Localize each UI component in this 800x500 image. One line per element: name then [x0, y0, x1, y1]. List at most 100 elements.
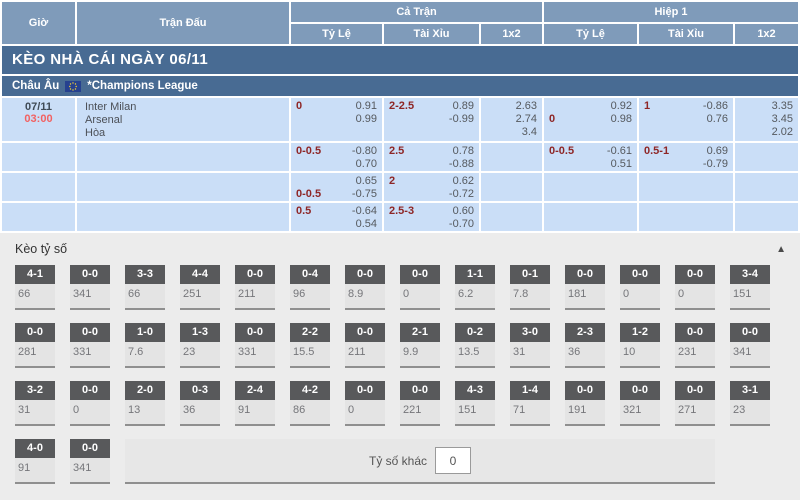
header-ft-odds: Tỷ Lệ: [291, 24, 382, 44]
odds-value: 0.65: [356, 175, 377, 188]
ft-over-under-cell[interactable]: 2.50.78-0.88: [384, 143, 479, 171]
score-cell[interactable]: 0-0321: [620, 381, 660, 426]
score-odds: 151: [730, 284, 770, 308]
score-cell[interactable]: 0-0331: [70, 323, 110, 368]
score-cell[interactable]: 4-3151: [455, 381, 495, 426]
ft-1x2-cell[interactable]: 2.632.743.4: [481, 98, 542, 141]
score-cell[interactable]: 3-4151: [730, 265, 770, 310]
ft-1x2-cell[interactable]: [481, 143, 542, 171]
h1-1x2-cell[interactable]: 3.353.452.02: [735, 98, 798, 141]
time-cell: 07/1103:00: [2, 98, 75, 141]
score-cell[interactable]: 0-0191: [565, 381, 605, 426]
header-h1-1x2: 1x2: [735, 24, 798, 44]
score-cell[interactable]: 0-0211: [235, 265, 275, 310]
score-cell[interactable]: 2-19.9: [400, 323, 440, 368]
teams-cell: Inter MilanArsenalHòa: [77, 98, 289, 141]
score-cell[interactable]: 0-00: [400, 265, 440, 310]
h1-over-under-cell[interactable]: [639, 203, 733, 231]
score-label: 1-1: [455, 265, 495, 284]
h1-1x2-cell[interactable]: [735, 143, 798, 171]
h1-1x2-cell[interactable]: [735, 173, 798, 201]
score-cell[interactable]: 0-0271: [675, 381, 715, 426]
h1-handicap-cell[interactable]: 0.9200.98: [544, 98, 637, 141]
h1-over-under-cell[interactable]: [639, 173, 733, 201]
score-cell[interactable]: 0-08.9: [345, 265, 385, 310]
score-cell[interactable]: 0-0221: [400, 381, 440, 426]
score-cell[interactable]: 2-215.5: [290, 323, 330, 368]
score-cell[interactable]: 0-00: [345, 381, 385, 426]
score-cell[interactable]: 0-0281: [15, 323, 55, 368]
score-cell[interactable]: 0-496: [290, 265, 330, 310]
h1-handicap-cell[interactable]: [544, 173, 637, 201]
score-odds: 66: [125, 284, 165, 308]
score-odds: 211: [235, 284, 275, 308]
score-cell[interactable]: 2-491: [235, 381, 275, 426]
score-cell[interactable]: 0-0341: [70, 439, 110, 484]
score-odds: 0: [345, 400, 385, 424]
score-cell[interactable]: 0-0231: [675, 323, 715, 368]
score-label: 0-0: [400, 265, 440, 284]
h1-handicap-cell[interactable]: [544, 203, 637, 231]
score-label: 3-0: [510, 323, 550, 342]
score-cell[interactable]: 3-123: [730, 381, 770, 426]
score-label: 0-0: [675, 381, 715, 400]
score-label: 0-0: [235, 323, 275, 342]
score-odds: 23: [180, 342, 220, 366]
score-cell[interactable]: 0-0331: [235, 323, 275, 368]
score-cell[interactable]: 4-286: [290, 381, 330, 426]
odds-value: -0.61: [607, 145, 632, 158]
h1-over-under-cell[interactable]: 0.5-10.69-0.79: [639, 143, 733, 171]
score-cell[interactable]: 0-00: [620, 265, 660, 310]
score-cell[interactable]: 3-031: [510, 323, 550, 368]
score-cell[interactable]: 0-0211: [345, 323, 385, 368]
h1-1x2-cell[interactable]: [735, 203, 798, 231]
ft-over-under-cell[interactable]: 2.5-30.60-0.70: [384, 203, 479, 231]
score-cell[interactable]: 2-013: [125, 381, 165, 426]
score-cell[interactable]: 4-4251: [180, 265, 220, 310]
h1-handicap-cell[interactable]: 0-0.5-0.610.51: [544, 143, 637, 171]
odds-line: 0.70: [296, 158, 377, 171]
ft-1x2-cell[interactable]: [481, 203, 542, 231]
ft-handicap-cell[interactable]: 0.5-0.640.54: [291, 203, 382, 231]
ft-handicap-cell[interactable]: 0-0.5-0.800.70: [291, 143, 382, 171]
score-cell[interactable]: 3-366: [125, 265, 165, 310]
score-cell[interactable]: 0-17.8: [510, 265, 550, 310]
score-label: 0-0: [620, 381, 660, 400]
score-label: 0-0: [70, 323, 110, 342]
score-odds: 71: [510, 400, 550, 424]
score-odds: 341: [70, 458, 110, 482]
h1-over-under-cell[interactable]: 1-0.860.76: [639, 98, 733, 141]
score-cell[interactable]: 0-00: [675, 265, 715, 310]
score-odds: 9.9: [400, 342, 440, 366]
score-cell[interactable]: 0-213.5: [455, 323, 495, 368]
score-cell[interactable]: 0-0341: [730, 323, 770, 368]
other-score-input[interactable]: [435, 447, 471, 474]
ft-handicap-cell[interactable]: 0.650-0.5-0.75: [291, 173, 382, 201]
score-cell[interactable]: 1-16.2: [455, 265, 495, 310]
score-cell[interactable]: 1-07.6: [125, 323, 165, 368]
odds-line: 0.51: [549, 158, 632, 171]
score-cell[interactable]: 0-0341: [70, 265, 110, 310]
odds-value: 0.91: [356, 100, 377, 113]
score-cell[interactable]: 3-231: [15, 381, 55, 426]
score-cell[interactable]: 1-471: [510, 381, 550, 426]
score-cell[interactable]: 1-323: [180, 323, 220, 368]
table-header: Giờ Trận Đấu Cả Trận Hiệp 1 Tỷ Lệ Tài Xỉ…: [0, 0, 800, 44]
collapse-arrow-icon[interactable]: ▲: [776, 244, 786, 255]
ft-over-under-cell[interactable]: 20.62-0.72: [384, 173, 479, 201]
odds-line: -0.99: [389, 113, 474, 126]
ft-1x2-cell[interactable]: [481, 173, 542, 201]
1x2-value: 2.02: [740, 126, 793, 139]
score-cell[interactable]: 4-166: [15, 265, 55, 310]
score-cell[interactable]: 0-336: [180, 381, 220, 426]
odds-value: 0.62: [453, 175, 474, 188]
odds-line: -0.79: [644, 158, 728, 171]
score-cell[interactable]: 0-0181: [565, 265, 605, 310]
ft-over-under-cell[interactable]: 2-2.50.89-0.99: [384, 98, 479, 141]
score-cell[interactable]: 4-091: [15, 439, 55, 484]
score-cell[interactable]: 2-336: [565, 323, 605, 368]
score-cell[interactable]: 1-210: [620, 323, 660, 368]
score-cell[interactable]: 0-00: [70, 381, 110, 426]
ft-handicap-cell[interactable]: 00.910.99: [291, 98, 382, 141]
score-row: 0-02810-03311-07.61-3230-03312-215.50-02…: [0, 323, 800, 368]
